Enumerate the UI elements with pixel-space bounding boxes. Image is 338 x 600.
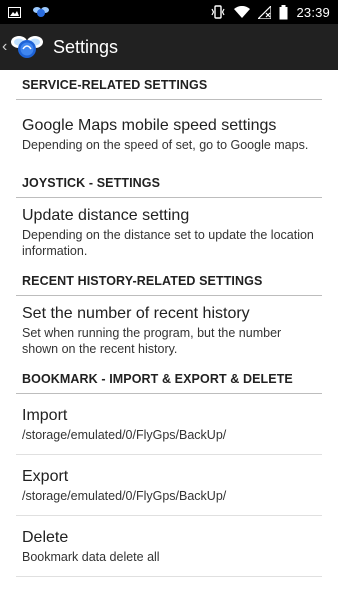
wifi-icon <box>234 5 251 19</box>
section-header-service: SERVICE-RELATED SETTINGS <box>16 70 322 100</box>
pref-summary: Depending on the speed of set, go to Goo… <box>22 137 309 152</box>
flygps-logo-icon <box>11 31 43 63</box>
pref-title: Update distance setting <box>22 206 190 224</box>
section-header-bookmark: BOOKMARK - IMPORT & EXPORT & DELETE <box>16 364 322 394</box>
pref-import[interactable]: Import /storage/emulated/0/FlyGps/BackUp… <box>0 394 338 454</box>
pref-title: Export <box>22 467 69 485</box>
status-bar: 23:39 <box>0 0 338 24</box>
pref-title: Import <box>22 406 68 424</box>
pref-summary: /storage/emulated/0/FlyGps/BackUp/ <box>22 427 227 442</box>
pref-update-distance[interactable]: Update distance setting Depending on the… <box>0 198 338 266</box>
page-title: Settings <box>53 36 119 57</box>
pref-summary: Depending on the distance set to update … <box>22 227 314 258</box>
pref-title: Delete <box>22 528 69 546</box>
pref-recent-history-count[interactable]: Set the number of recent history Set whe… <box>0 296 338 364</box>
chevron-left-icon: ‹ <box>2 38 8 55</box>
settings-list: SERVICE-RELATED SETTINGS Google Maps mob… <box>0 70 338 577</box>
app-bar: ‹ Settings <box>0 24 338 70</box>
pref-delete[interactable]: Delete Bookmark data delete all <box>0 516 338 576</box>
pref-google-maps-speed[interactable]: Google Maps mobile speed settings Depend… <box>0 100 338 168</box>
app-notification-icon <box>33 6 49 18</box>
pref-summary: Bookmark data delete all <box>22 549 160 564</box>
divider <box>16 576 322 577</box>
vibrate-icon <box>210 5 226 19</box>
battery-icon <box>279 4 288 20</box>
pref-title: Google Maps mobile speed settings <box>22 116 277 134</box>
section-header-joystick: JOYSTICK - SETTINGS <box>16 168 322 198</box>
pref-summary: /storage/emulated/0/FlyGps/BackUp/ <box>22 488 227 503</box>
no-signal-icon <box>258 5 272 19</box>
pref-export[interactable]: Export /storage/emulated/0/FlyGps/BackUp… <box>0 455 338 515</box>
pref-title: Set the number of recent history <box>22 304 250 322</box>
section-header-recent-history: RECENT HISTORY-RELATED SETTINGS <box>16 266 322 296</box>
up-navigation-button[interactable]: ‹ <box>2 24 49 70</box>
image-icon <box>8 6 21 18</box>
status-time: 23:39 <box>296 4 330 20</box>
pref-summary: Set when running the program, but the nu… <box>22 325 282 356</box>
